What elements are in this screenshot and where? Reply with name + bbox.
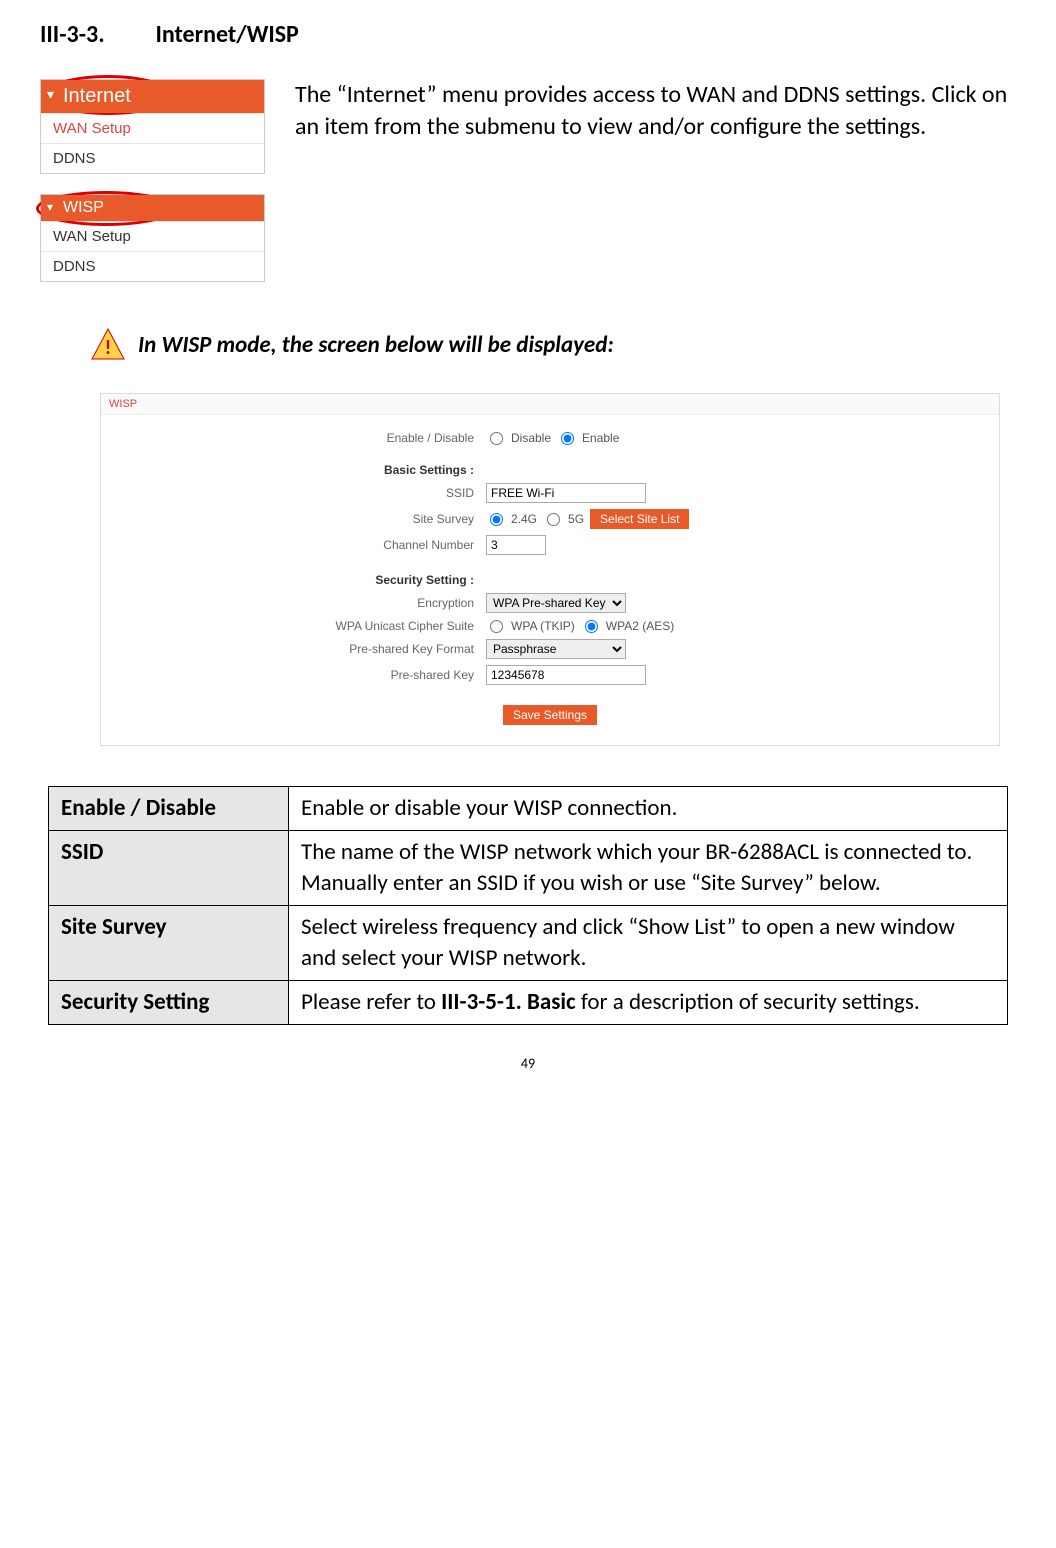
channel-input[interactable] [486, 535, 546, 555]
pskfmt-select[interactable]: Passphrase [486, 639, 626, 659]
wisp-menu: WISP WAN Setup DDNS [40, 194, 265, 282]
enable-text: Enable [582, 431, 619, 445]
cipher-tkip-text: WPA (TKIP) [511, 619, 575, 633]
cipher-label: WPA Unicast Cipher Suite [121, 619, 486, 633]
band-5-radio[interactable] [547, 513, 560, 526]
band-24-text: 2.4G [511, 512, 537, 526]
key-enable: Enable / Disable [49, 787, 289, 831]
wisp-menu-wan[interactable]: WAN Setup [41, 221, 264, 251]
warning-text: In WISP mode, the screen below will be d… [138, 331, 614, 359]
encryption-label: Encryption [121, 596, 486, 610]
internet-menu-header[interactable]: Internet [41, 80, 264, 113]
menu-column: Internet WAN Setup DDNS WISP WAN Setup D… [40, 79, 265, 302]
select-site-list-button[interactable]: Select Site List [590, 509, 689, 529]
wisp-menu-header[interactable]: WISP [41, 195, 264, 221]
band-24-radio[interactable] [490, 513, 503, 526]
sec-text-a: Please refer to [301, 988, 441, 1016]
ssid-label: SSID [121, 486, 486, 500]
security-settings-header: Security Setting : [121, 573, 486, 587]
sec-text-c: for a description of security settings. [576, 988, 920, 1016]
heading-title: Internet/WISP [155, 20, 298, 49]
wisp-menu-ddns[interactable]: DDNS [41, 251, 264, 281]
enable-radio[interactable] [561, 432, 574, 445]
table-row: SSID The name of the WISP network which … [49, 831, 1008, 906]
description-table: Enable / Disable Enable or disable your … [48, 786, 1008, 1025]
intro-paragraph: The “Internet” menu provides access to W… [295, 79, 1016, 302]
save-settings-button[interactable]: Save Settings [503, 705, 597, 725]
val-enable: Enable or disable your WISP connection. [289, 787, 1008, 831]
psk-label: Pre-shared Key [121, 668, 486, 682]
warning-icon: ! [90, 327, 126, 363]
survey-label: Site Survey [121, 512, 486, 526]
internet-menu-ddns[interactable]: DDNS [41, 143, 264, 173]
disable-radio[interactable] [490, 432, 503, 445]
basic-settings-header: Basic Settings : [121, 463, 486, 477]
section-heading: III-3-3. Internet/WISP [40, 20, 1016, 49]
band-5-text: 5G [568, 512, 584, 526]
val-ssid: The name of the WISP network which your … [289, 831, 1008, 906]
warning-line: ! In WISP mode, the screen below will be… [90, 327, 1016, 363]
wisp-panel-title: WISP [101, 394, 999, 415]
svg-text:!: ! [105, 336, 112, 360]
key-ssid: SSID [49, 831, 289, 906]
psk-input[interactable] [486, 665, 646, 685]
encryption-select[interactable]: WPA Pre-shared Key [486, 593, 626, 613]
pskfmt-label: Pre-shared Key Format [121, 642, 486, 656]
sec-text-b: III-3-5-1. Basic [441, 988, 576, 1016]
page-number: 49 [40, 1055, 1016, 1072]
internet-menu-wan[interactable]: WAN Setup [41, 113, 264, 143]
internet-menu: Internet WAN Setup DDNS [40, 79, 265, 174]
disable-text: Disable [511, 431, 551, 445]
cipher-tkip-radio[interactable] [490, 620, 503, 633]
ssid-input[interactable] [486, 483, 646, 503]
heading-number: III-3-3. [40, 20, 150, 49]
wisp-settings-screenshot: WISP Enable / Disable Disable Enable Bas… [100, 393, 1000, 746]
val-survey: Select wireless frequency and click “Sho… [289, 906, 1008, 981]
table-row: Enable / Disable Enable or disable your … [49, 787, 1008, 831]
key-survey: Site Survey [49, 906, 289, 981]
enable-label: Enable / Disable [121, 431, 486, 445]
cipher-aes-radio[interactable] [585, 620, 598, 633]
table-row: Site Survey Select wireless frequency an… [49, 906, 1008, 981]
key-security: Security Setting [49, 981, 289, 1025]
cipher-aes-text: WPA2 (AES) [606, 619, 674, 633]
table-row: Security Setting Please refer to III-3-5… [49, 981, 1008, 1025]
val-security: Please refer to III-3-5-1. Basic for a d… [289, 981, 1008, 1025]
channel-label: Channel Number [121, 538, 486, 552]
